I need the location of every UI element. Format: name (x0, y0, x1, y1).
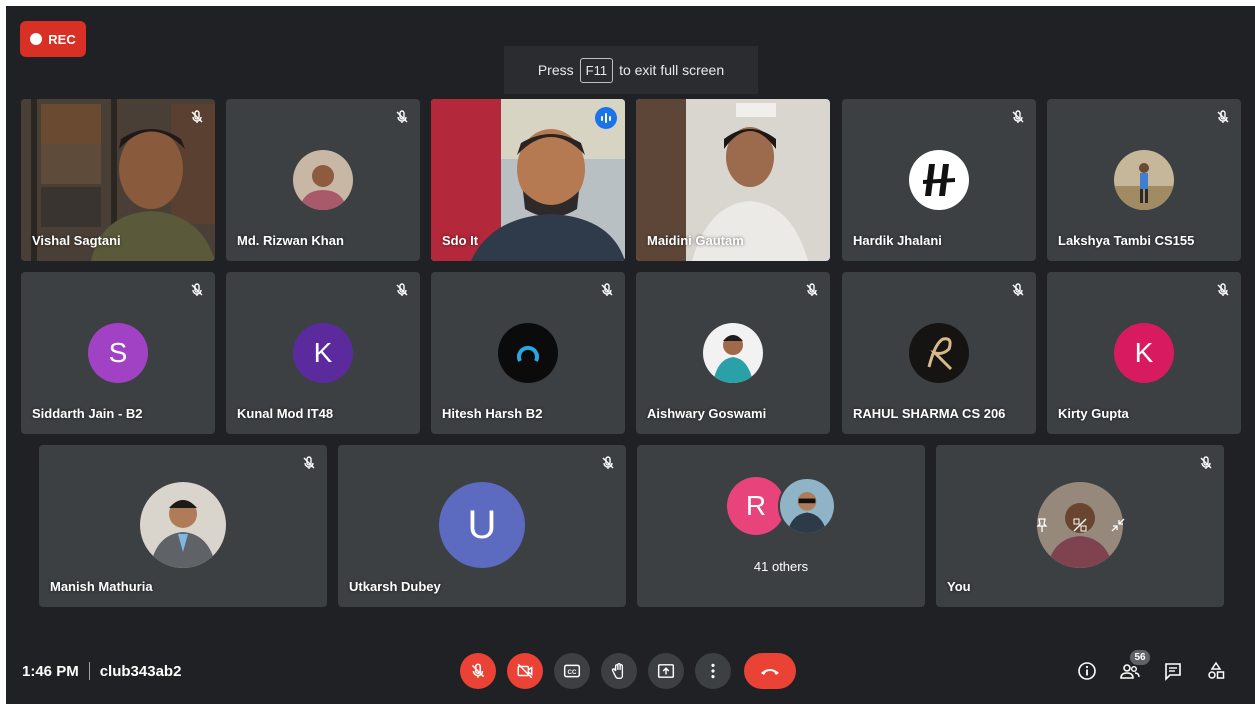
muted-mic-icon (303, 456, 315, 469)
mic-off-icon (471, 663, 485, 678)
banner-key: F11 (579, 57, 614, 83)
participant-name: Aishwary Goswami (647, 406, 767, 421)
muted-mic-icon (396, 110, 408, 123)
speaking-indicator-icon (595, 107, 617, 129)
chat-button[interactable] (1160, 658, 1186, 684)
participant-tile-maidini[interactable]: Maidini Gautam (636, 99, 830, 261)
others-tile[interactable]: R 41 others (637, 445, 925, 607)
activities-button[interactable] (1203, 658, 1229, 684)
participant-avatar: U (439, 482, 525, 568)
participant-name: Kirty Gupta (1058, 406, 1129, 421)
others-count-label: 41 others (753, 559, 809, 574)
svg-text:CC: CC (568, 669, 577, 676)
meeting-stage: REC Press F11 to exit full screen Vishal… (6, 6, 1255, 704)
meeting-details: 1:46 PM club343ab2 (22, 662, 181, 680)
participant-name: RAHUL SHARMA CS 206 (853, 406, 1006, 421)
chat-icon (1165, 663, 1181, 681)
muted-mic-icon (396, 283, 408, 296)
muted-mic-icon (1217, 283, 1229, 296)
closed-captions-icon: CC (563, 664, 581, 678)
participant-name: Hitesh Harsh B2 (442, 406, 543, 421)
hang-up-icon (761, 669, 779, 675)
participant-avatar: S (88, 323, 148, 383)
participant-tile-kirty[interactable]: K Kirty Gupta (1047, 272, 1241, 434)
muted-mic-icon (1012, 283, 1024, 296)
participant-name: Lakshya Tambi CS155 (1058, 233, 1195, 248)
info-icon (1078, 662, 1096, 680)
participant-tile-rahul[interactable]: RAHUL SHARMA CS 206 (842, 272, 1036, 434)
pin-icon[interactable] (1034, 517, 1050, 533)
others-avatar-initial: R (727, 477, 785, 535)
participant-name: Maidini Gautam (647, 233, 744, 248)
participant-tile-lakshya[interactable]: Lakshya Tambi CS155 (1047, 99, 1241, 261)
participant-name: Hardik Jhalani (853, 233, 942, 248)
muted-mic-icon (602, 456, 614, 469)
participant-avatar (703, 323, 763, 383)
people-count-badge: 56 (1130, 650, 1150, 665)
muted-mic-icon (1217, 110, 1229, 123)
participant-avatar (1114, 150, 1174, 210)
participant-avatar: K (1114, 323, 1174, 383)
record-dot-icon (30, 33, 43, 45)
raise-hand-button[interactable] (601, 653, 637, 689)
participant-avatar (293, 150, 353, 210)
participant-tile-vishal[interactable]: Vishal Sagtani (21, 99, 215, 261)
participant-name: Kunal Mod IT48 (237, 406, 334, 421)
meeting-time: 1:46 PM (22, 662, 79, 680)
muted-mic-icon (806, 283, 818, 296)
camera-toggle-button[interactable] (507, 653, 543, 689)
present-screen-button[interactable] (648, 653, 684, 689)
activities-icon (1208, 661, 1225, 679)
captions-button[interactable]: CC (554, 653, 590, 689)
others-avatar-photo (778, 477, 836, 535)
participant-name: You (947, 579, 971, 594)
muted-mic-icon (601, 283, 613, 296)
banner-press-text: Press (537, 62, 574, 78)
more-options-button[interactable] (695, 653, 731, 689)
participant-tile-sdo[interactable]: Sdo It (431, 99, 625, 261)
banner-suffix-text: to exit full screen (619, 62, 725, 78)
participant-avatar (140, 482, 226, 568)
participant-tile-you[interactable]: You (936, 445, 1224, 607)
muted-mic-icon (191, 110, 203, 123)
participant-name: Siddarth Jain - B2 (32, 406, 143, 421)
present-icon (657, 664, 675, 678)
participant-name: Md. Rizwan Khan (237, 233, 344, 248)
divider (88, 662, 90, 680)
hand-icon (611, 663, 624, 679)
participant-tile-manish[interactable]: Manish Mathuria (39, 445, 327, 607)
fullscreen-banner: Press F11 to exit full screen (504, 46, 758, 94)
participant-tile-siddarth[interactable]: S Siddarth Jain - B2 (21, 272, 215, 434)
muted-mic-icon (1200, 456, 1212, 469)
participant-avatar: K (293, 323, 353, 383)
microphone-toggle-button[interactable] (460, 653, 496, 689)
participant-name: Manish Mathuria (50, 579, 153, 594)
participant-avatar (498, 323, 558, 383)
muted-mic-icon (1012, 110, 1024, 123)
recording-badge: REC (20, 21, 86, 57)
participant-tile-hardik[interactable]: Hardik Jhalani (842, 99, 1036, 261)
more-vert-icon (711, 663, 715, 679)
meeting-details-button[interactable] (1074, 658, 1100, 684)
participant-avatar (909, 150, 969, 210)
muted-mic-icon (191, 283, 203, 296)
participant-tile-rizwan[interactable]: Md. Rizwan Khan (226, 99, 420, 261)
participant-tile-hitesh[interactable]: Hitesh Harsh B2 (431, 272, 625, 434)
participant-name: Utkarsh Dubey (349, 579, 441, 594)
participant-tile-aishwary[interactable]: Aishwary Goswami (636, 272, 830, 434)
bottom-control-bar: 1:46 PM club343ab2 CC 56 (6, 636, 1255, 704)
participant-tile-kunal[interactable]: K Kunal Mod IT48 (226, 272, 420, 434)
remove-tile-icon[interactable] (1072, 517, 1088, 533)
participant-avatar (909, 323, 969, 383)
leave-call-button[interactable] (744, 653, 796, 689)
recording-label: REC (48, 31, 76, 47)
meeting-code: club343ab2 (99, 662, 182, 680)
participant-tile-utkarsh[interactable]: U Utkarsh Dubey (338, 445, 626, 607)
participant-name: Sdo It (442, 233, 479, 248)
camera-off-icon (517, 663, 533, 679)
participant-name: Vishal Sagtani (32, 233, 121, 248)
minimize-icon[interactable] (1110, 517, 1126, 533)
